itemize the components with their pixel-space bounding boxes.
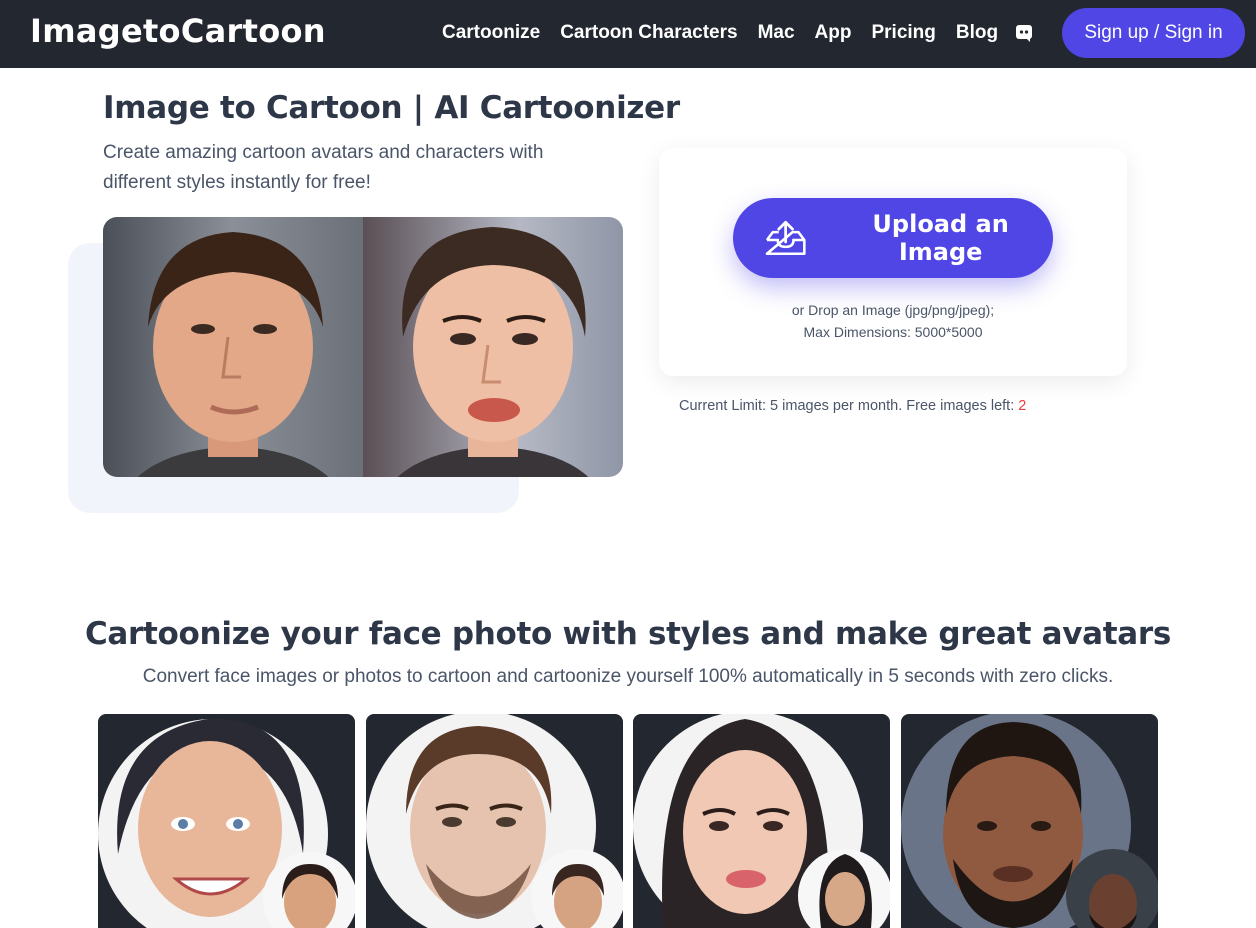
drop-hint: or Drop an Image (jpg/png/jpeg);	[791, 302, 995, 318]
usage-limit: Current Limit: 5 images per month. Free …	[679, 398, 1026, 414]
gallery-item-2[interactable]	[366, 714, 623, 928]
max-dimensions: Max Dimensions: 5000*5000	[803, 324, 983, 340]
top-navigation-bar: ImagetoCartoon Cartoonize Cartoon Charac…	[0, 0, 1256, 68]
gallery-item-1[interactable]	[98, 714, 355, 928]
nav-blog[interactable]: Blog	[956, 20, 998, 46]
section-subtitle: Convert face images or photos to cartoon…	[142, 666, 1114, 687]
upload-image-button[interactable]: Upload an Image	[733, 198, 1053, 278]
drop-instructions: or Drop an Image (jpg/png/jpeg); Max Dim…	[659, 299, 1127, 343]
example-gallery	[98, 714, 1158, 928]
nav-cartoon-characters[interactable]: Cartoon Characters	[560, 20, 737, 46]
free-images-left: 2	[1018, 398, 1027, 414]
upload-dropzone[interactable]: Upload an Image or Drop an Image (jpg/pn…	[659, 148, 1127, 376]
upload-tray-icon	[765, 220, 806, 256]
discord-icon[interactable]	[1014, 23, 1034, 43]
upload-button-label: Upload an Image	[872, 210, 1009, 266]
site-logo[interactable]: ImagetoCartoon	[30, 12, 326, 50]
nav-mac[interactable]: Mac	[758, 20, 795, 46]
nav-pricing[interactable]: Pricing	[871, 20, 935, 46]
hero-subtitle: Create amazing cartoon avatars and chara…	[103, 142, 544, 193]
signin-button[interactable]: Sign up / Sign in	[1062, 8, 1245, 58]
gallery-item-4[interactable]	[901, 714, 1158, 928]
nav-cartoonize[interactable]: Cartoonize	[442, 20, 540, 46]
limit-text: Current Limit: 5 images per month. Free …	[679, 398, 1015, 414]
gallery-item-3[interactable]	[633, 714, 890, 928]
page-title: Image to Cartoon | AI Cartoonizer	[103, 90, 680, 126]
section-title: Cartoonize your face photo with styles a…	[84, 616, 1171, 652]
before-after-image	[103, 217, 623, 477]
main-nav: Cartoonize Cartoon Characters Mac App Pr…	[442, 20, 1018, 46]
nav-app[interactable]: App	[815, 20, 852, 46]
